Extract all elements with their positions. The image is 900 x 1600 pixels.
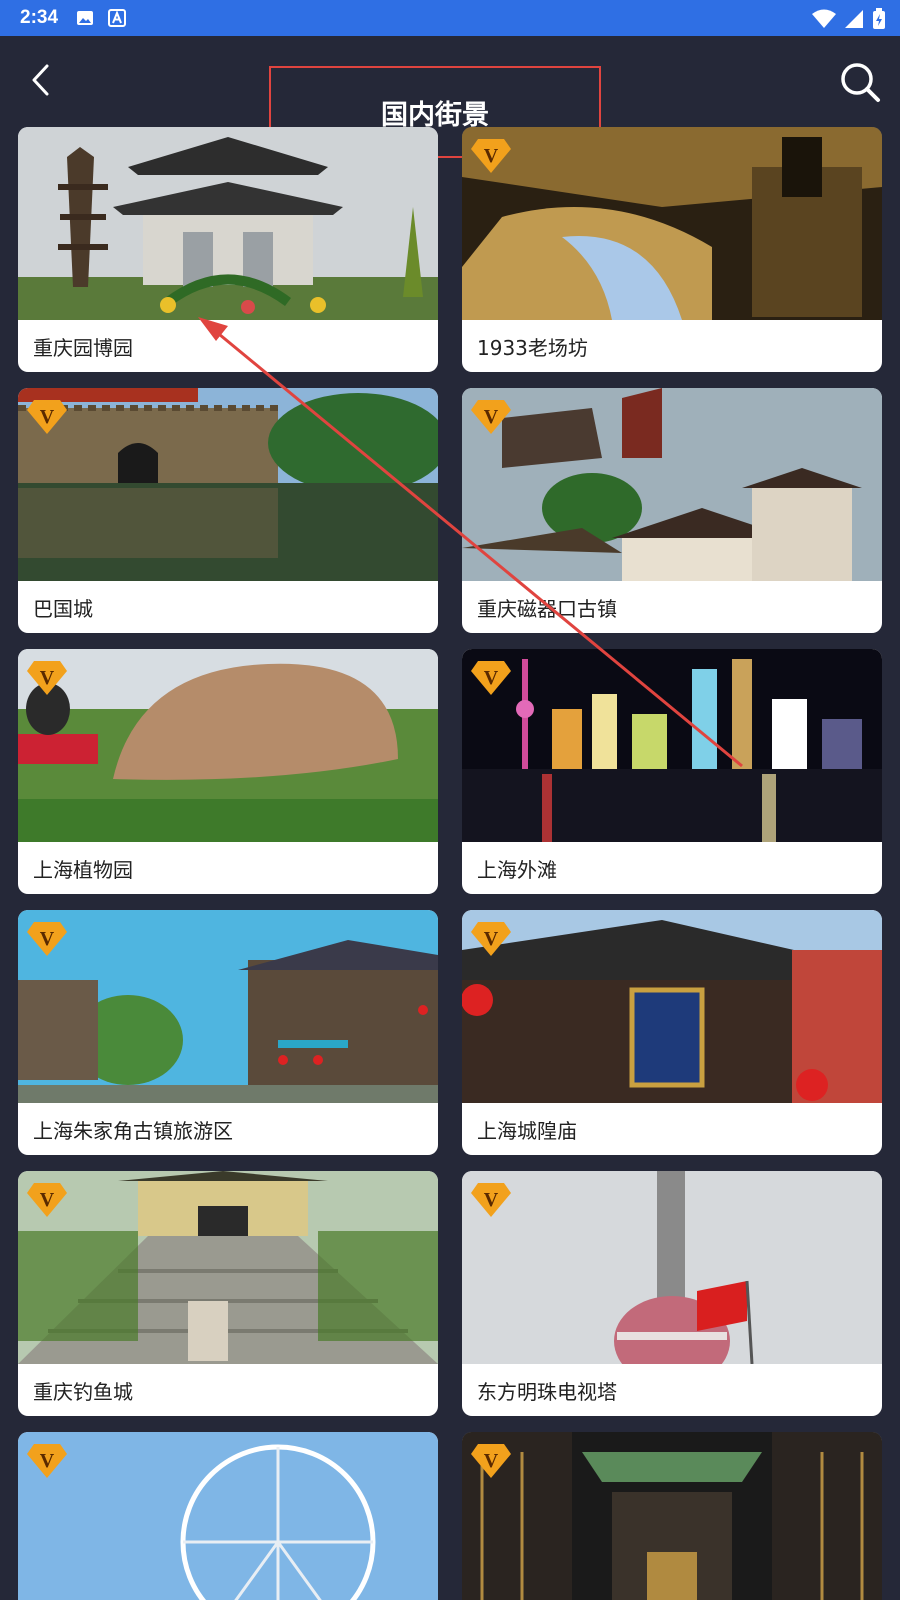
scenic-card-label: 1933老场坊 [477, 335, 588, 360]
scenic-card[interactable]: V 东方明珠电视塔 [462, 1171, 882, 1416]
search-icon[interactable] [838, 60, 882, 104]
vip-badge-icon: V [27, 1183, 67, 1217]
scenic-thumbnail [18, 388, 438, 581]
scenic-card[interactable]: V 重庆磁器口古镇 [462, 388, 882, 633]
status-bar: 2:34 [0, 0, 900, 36]
scenic-card[interactable]: V 重庆钓鱼城 [18, 1171, 438, 1416]
scenic-card-label: 东方明珠电视塔 [477, 1379, 617, 1404]
vip-badge-icon: V [471, 1444, 511, 1478]
svg-text:V: V [40, 406, 55, 428]
text-a-icon [108, 9, 127, 27]
vip-badge-icon: V [471, 661, 511, 695]
svg-text:V: V [40, 1450, 55, 1472]
scenic-card[interactable]: V 上海朱家角古镇旅游区 [18, 910, 438, 1155]
scenic-card[interactable]: V [18, 1432, 438, 1600]
gallery-icon [77, 11, 94, 25]
vip-badge-icon: V [27, 922, 67, 956]
scenic-thumbnail [462, 910, 882, 1103]
battery-icon [873, 8, 885, 29]
svg-text:V: V [40, 667, 55, 689]
vip-badge-icon: V [27, 400, 67, 434]
scenic-card-label: 巴国城 [33, 596, 93, 621]
svg-text:V: V [40, 928, 55, 950]
scenic-card-label: 上海朱家角古镇旅游区 [33, 1118, 233, 1143]
scenic-card[interactable]: V 巴国城 [18, 388, 438, 633]
scenic-thumbnail [462, 388, 882, 581]
svg-text:V: V [484, 1189, 499, 1211]
wifi-icon [812, 9, 836, 28]
scenic-card[interactable]: V 上海城隍庙 [462, 910, 882, 1155]
scenic-card[interactable]: V 上海植物园 [18, 649, 438, 894]
scenic-thumbnail [18, 1432, 438, 1600]
scenic-card-label: 上海植物园 [33, 857, 133, 882]
svg-text:V: V [484, 1450, 499, 1472]
vip-badge-icon: V [471, 922, 511, 956]
scenic-thumbnail [18, 127, 438, 320]
scenic-thumbnail [462, 649, 882, 842]
vip-badge-icon: V [27, 1444, 67, 1478]
svg-text:V: V [484, 667, 499, 689]
scenic-card[interactable]: V 上海外滩 [462, 649, 882, 894]
scenic-thumbnail [462, 1171, 882, 1364]
vip-badge-icon: V [471, 1183, 511, 1217]
scenic-thumbnail [462, 127, 882, 320]
scenic-thumbnail [462, 1432, 882, 1600]
vip-badge-icon: V [471, 400, 511, 434]
scenic-thumbnail [18, 1171, 438, 1364]
scenic-card[interactable]: V [462, 1432, 882, 1600]
svg-text:V: V [484, 145, 499, 167]
scenic-card[interactable]: V 1933老场坊 [462, 127, 882, 372]
scenic-card-label: 重庆磁器口古镇 [477, 596, 617, 621]
signal-icon [845, 10, 863, 28]
scenic-card-label: 上海城隍庙 [477, 1118, 577, 1143]
scenic-thumbnail [18, 910, 438, 1103]
scenic-thumbnail [18, 649, 438, 842]
scenic-card-label: 上海外滩 [477, 857, 557, 882]
scenic-grid: 重庆园博园 V 1933老场坊 V 巴国城 V 重庆磁器口古镇 V 上海植物园 [18, 127, 882, 1600]
svg-text:V: V [484, 406, 499, 428]
back-arrow-icon[interactable] [22, 60, 62, 100]
scenic-card-label: 重庆园博园 [33, 335, 133, 360]
svg-text:V: V [40, 1189, 55, 1211]
svg-text:V: V [484, 928, 499, 950]
vip-badge-icon: V [471, 139, 511, 173]
app-bar: 国内街景 [0, 36, 900, 158]
status-time: 2:34 [20, 7, 59, 28]
scenic-card-label: 重庆钓鱼城 [33, 1379, 133, 1404]
scenic-card[interactable]: 重庆园博园 [18, 127, 438, 372]
vip-badge-icon: V [27, 661, 67, 695]
